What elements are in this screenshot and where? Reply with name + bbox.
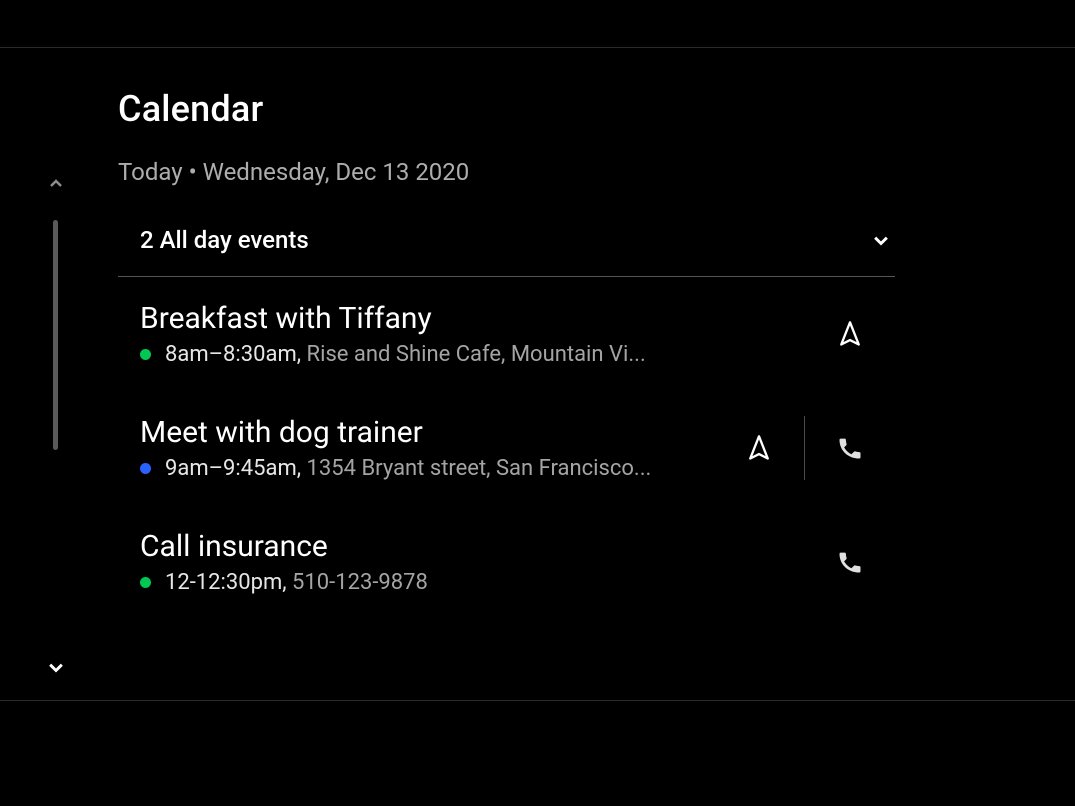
date-subtitle: Today • Wednesday, Dec 13 2020	[118, 158, 895, 186]
scroll-down-button[interactable]	[42, 653, 70, 681]
all-day-events-label: 2 All day events	[140, 226, 309, 254]
call-button[interactable]	[805, 416, 895, 480]
chevron-down-icon	[867, 226, 895, 254]
event-location: Rise and Shine Cafe, Mountain Vi...	[307, 342, 646, 367]
calendar-color-dot	[140, 349, 151, 360]
all-day-events-row[interactable]: 2 All day events	[118, 208, 895, 272]
today-label: Today	[118, 158, 183, 186]
call-button[interactable]	[805, 530, 895, 594]
separator: ,	[297, 342, 307, 367]
event-row[interactable]: Meet with dog trainer 9am–9:45am, 1354 Br…	[118, 391, 895, 505]
event-time: 12-12:30pm	[165, 570, 282, 595]
event-time: 8am–8:30am	[165, 342, 297, 367]
event-title: Meet with dog trainer	[140, 415, 714, 450]
event-time: 9am–9:45am	[165, 456, 297, 481]
expand-all-day-button[interactable]	[867, 226, 895, 254]
calendar-color-dot	[140, 463, 151, 474]
event-row[interactable]: Breakfast with Tiffany 8am–8:30am, Rise a…	[118, 277, 895, 391]
chevron-up-icon	[44, 172, 68, 196]
chevron-down-icon	[42, 653, 70, 681]
separator: •	[183, 158, 203, 186]
navigation-icon	[836, 320, 864, 348]
event-location: 1354 Bryant street, San Francisco...	[307, 456, 652, 481]
phone-icon	[836, 434, 864, 462]
separator: ,	[282, 570, 292, 595]
event-location: 510-123-9878	[292, 570, 428, 595]
date-label: Wednesday, Dec 13 2020	[203, 158, 470, 186]
scrollbar[interactable]	[53, 220, 58, 450]
event-row[interactable]: Call insurance 12-12:30pm, 510-123-9878	[118, 505, 895, 619]
event-title: Call insurance	[140, 529, 805, 564]
page-title: Calendar	[118, 88, 895, 130]
phone-icon	[836, 548, 864, 576]
calendar-color-dot	[140, 577, 151, 588]
event-title: Breakfast with Tiffany	[140, 301, 805, 336]
scroll-up-button[interactable]	[44, 172, 68, 196]
separator: ,	[297, 456, 307, 481]
navigate-button[interactable]	[805, 302, 895, 366]
navigation-icon	[745, 434, 773, 462]
navigate-button[interactable]	[714, 416, 804, 480]
